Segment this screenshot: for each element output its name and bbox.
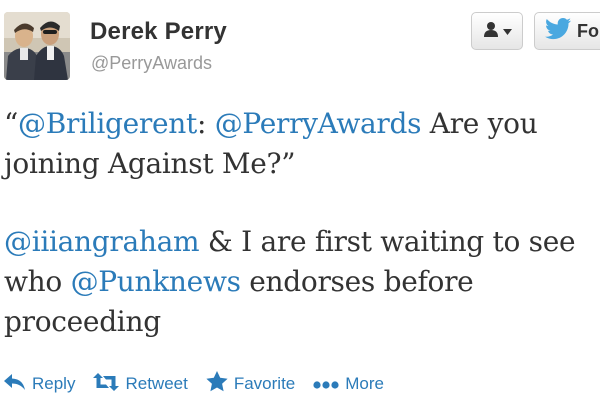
- tweet-actions: Reply Retweet Favorite More: [4, 370, 402, 398]
- reply-icon: [4, 373, 26, 395]
- display-name[interactable]: Derek Perry: [90, 18, 227, 46]
- favorite-label: Favorite: [233, 374, 296, 393]
- more-label: More: [345, 374, 384, 393]
- tweet-card: Derek Perry @PerryAwards Fo “@Briligeren…: [0, 0, 600, 400]
- user-actions-dropdown-button[interactable]: [471, 12, 523, 50]
- follow-button[interactable]: Fo: [534, 12, 600, 50]
- colon-text: :: [196, 107, 207, 140]
- star-icon: [206, 371, 228, 397]
- avatar[interactable]: [4, 12, 70, 80]
- retweet-button[interactable]: Retweet: [93, 372, 188, 396]
- favorite-button[interactable]: Favorite: [206, 371, 295, 397]
- reply-label: Reply: [32, 374, 76, 393]
- retweet-icon: [93, 372, 120, 396]
- retweet-label: Retweet: [125, 374, 188, 393]
- follow-label: Fo: [577, 20, 599, 41]
- tweet-paragraph-2: @iiiangraham & I are first waiting to se…: [4, 222, 600, 342]
- person-icon: [483, 21, 499, 42]
- tweet-text: “@Briligerent: @PerryAwards Are you join…: [4, 104, 600, 342]
- username[interactable]: @PerryAwards: [91, 53, 212, 74]
- reply-button[interactable]: Reply: [4, 373, 76, 395]
- mention-iiiangraham[interactable]: @iiiangraham: [4, 225, 200, 258]
- mention-briligerent[interactable]: @Briligerent: [18, 107, 197, 140]
- mention-perryawards[interactable]: @PerryAwards: [215, 107, 422, 140]
- tweet-paragraph-1: “@Briligerent: @PerryAwards Are you join…: [4, 104, 600, 184]
- twitter-bird-icon: [545, 17, 571, 45]
- avatar-photo: [4, 12, 70, 80]
- mention-punknews[interactable]: @Punknews: [71, 265, 241, 298]
- more-button[interactable]: More: [313, 374, 384, 394]
- caret-down-icon: [502, 22, 512, 40]
- open-quote: “: [4, 107, 19, 140]
- more-dots-icon: [313, 374, 339, 394]
